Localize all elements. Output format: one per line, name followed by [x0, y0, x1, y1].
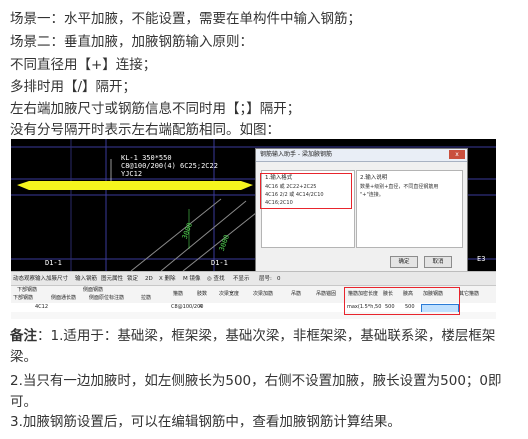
rule-same-text: 没有分号隔开时表示左右端配筋相同。如图：	[10, 122, 280, 138]
cell-bottom-rebar[interactable]: 4C12	[35, 303, 48, 312]
column-header: 拉筋	[141, 295, 152, 301]
toolbar-item-haunch-size[interactable]: 输入加腋尺寸	[35, 272, 68, 286]
article-page: 场景一：水平加腋，不能设置，需要在单构件中输入钢筋； 场景二：垂直加腋，加腋钢筋…	[0, 0, 528, 439]
axis-label-e3: E3	[477, 255, 486, 263]
toolbar-item-properties[interactable]: 图元属性	[101, 272, 123, 286]
editor-toolbar: 动态观察 输入加腋尺寸 输入钢筋 图元属性 锁定 2D X 删除 M 镜像 ◎ …	[11, 271, 496, 286]
column-header: 侧面原位标注筋	[89, 295, 125, 301]
axis-label-right: D1-1	[211, 259, 228, 267]
column-header: 其它箍筋	[459, 291, 480, 297]
description-line: 数量+级别+直径，不同直径钢筋用	[360, 184, 439, 190]
column-header: 下部钢筋	[13, 295, 34, 301]
scene-one-text: 场景一：水平加腋，不能设置，需要在单构件中输入钢筋；	[10, 11, 361, 27]
cell-legs[interactable]: 4	[199, 303, 202, 312]
note-text-2: 2.当只有一边加腋时，如左侧腋长为500，右侧不设置加腋，腋长设置为500；0即…	[10, 373, 502, 410]
rule-plus-text: 不同直径用【+】连接；	[10, 57, 157, 73]
note-label: 备注	[10, 328, 37, 344]
layer-select[interactable]: 0	[277, 272, 281, 286]
layer-label: 层号:	[259, 276, 272, 282]
column-header: 肢数	[197, 291, 208, 297]
column-header: 吊筋锚固	[316, 291, 337, 297]
note-text-1: ：1.适用于：基础梁，框架梁，基础次梁，非框架梁，基础联系梁，楼层框架梁。	[10, 328, 496, 365]
toolbar-item-find[interactable]: ◎ 查找	[207, 272, 225, 286]
beam-label-haunch: YJC12	[121, 170, 143, 178]
column-header: 次梁加筋	[253, 291, 274, 297]
software-screenshot: KL-1 350*550 C8@100/200(4) 6C25;2C22 YJC…	[11, 139, 496, 319]
beam-shape	[17, 181, 253, 190]
rule-slash-text: 多排时用【/】隔开；	[10, 79, 137, 95]
note-text-3: 3.加腋钢筋设置后，可以在编辑钢筋中，查看加腋钢筋计算结果。	[10, 414, 401, 430]
diagonal-beam	[160, 200, 247, 271]
column-header: 吊筋	[291, 291, 302, 297]
toolbar-item-rebar[interactable]: 输入钢筋	[75, 272, 97, 286]
beam-label-stirrup: C8@100/200(4) 6C25;2C22	[121, 162, 218, 170]
dialog-title-bar: 钢筋输入助手 - 梁加腋钢筋 x	[256, 149, 467, 162]
column-header: 次梁宽度	[219, 291, 240, 297]
close-icon[interactable]: x	[449, 150, 465, 159]
toolbar-item-lock[interactable]: 锁定	[127, 272, 138, 286]
format-highlight-box	[260, 173, 352, 209]
scene-two-text: 场景二：垂直加腋，加腋钢筋输入原则：	[10, 34, 253, 50]
toolbar-item-delete[interactable]: X 删除	[159, 272, 176, 286]
column-header: 箍筋	[173, 291, 184, 297]
note-paragraph-2: 2.当只有一边加腋时，如左侧腋长为500，右侧不设置加腋，腋长设置为500；0即…	[10, 371, 518, 413]
description-line: "+"连接。	[360, 192, 384, 198]
toolbar-item-hide[interactable]: 不显示	[233, 272, 250, 286]
note-paragraph-1: 备注：1.适用于：基础梁，框架梁，基础次梁，非框架梁，基础联系梁，楼层框架梁。	[10, 326, 518, 368]
note-paragraph-3: 3.加腋钢筋设置后，可以在编辑钢筋中，查看加腋钢筋计算结果。	[10, 412, 518, 433]
diagonal-beam	[130, 198, 222, 271]
beam-label-name: KL-1 350*550	[121, 154, 172, 162]
cancel-button[interactable]: 取消	[424, 256, 452, 268]
dialog-title: 钢筋输入助手 - 梁加腋钢筋	[260, 151, 332, 158]
axis-label-left: D1-1	[45, 259, 62, 267]
toolbar-item-2d[interactable]: 2D	[145, 272, 153, 286]
toolbar-item-orbit[interactable]: 动态观察	[13, 272, 35, 286]
rule-semicolon-text: 左右端加腋尺寸或钢筋信息不同时用【；】隔开；	[10, 101, 301, 117]
input-description-title: 2.输入说明	[360, 175, 388, 181]
column-header: 侧面通长筋	[51, 295, 77, 301]
toolbar-item-mirror[interactable]: M 镜像	[183, 272, 201, 286]
ok-button[interactable]: 确定	[390, 256, 418, 268]
input-description-panel: 2.输入说明 数量+级别+直径，不同直径钢筋用 "+"连接。	[356, 170, 463, 248]
rebar-input-dialog: 钢筋输入助手 - 梁加腋钢筋 x 1.输入格式 4C16 或 2C22+2C25…	[255, 148, 468, 274]
haunch-columns-highlight-box	[344, 287, 460, 315]
